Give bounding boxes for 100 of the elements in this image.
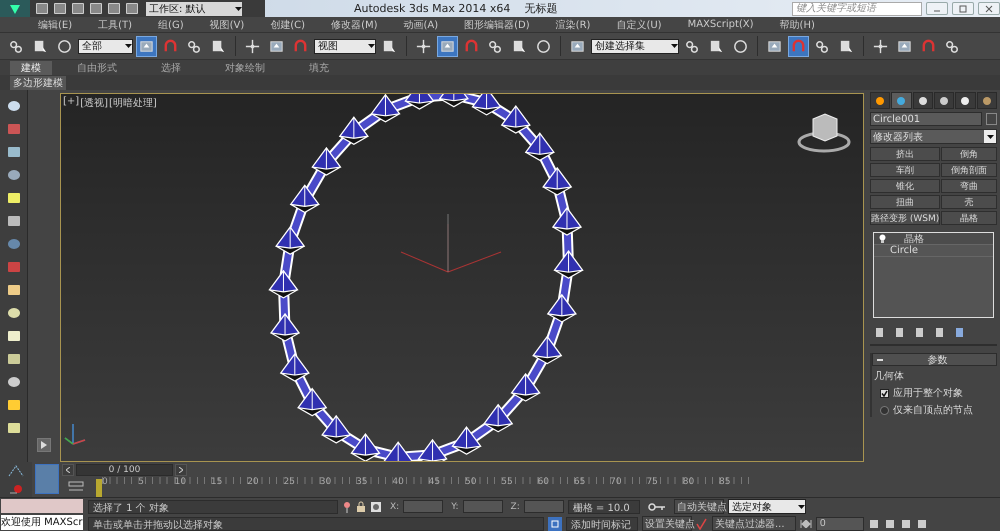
key-mode-dropdown[interactable]: 选定对象 <box>728 499 806 514</box>
toolbar-icon[interactable] <box>6 420 22 436</box>
menu-item[interactable]: 组(G) <box>158 18 184 32</box>
key-icon[interactable] <box>648 502 666 512</box>
modifier-button[interactable]: 弯曲 <box>941 179 997 193</box>
pin-icon[interactable] <box>342 500 352 512</box>
key-filters-button[interactable]: 关键点过滤器... <box>712 516 796 531</box>
toolbar-icon[interactable] <box>6 282 22 298</box>
modifier-button[interactable]: 壳 <box>941 195 997 209</box>
time-tag-icon[interactable] <box>548 516 562 530</box>
stack-tool-icon[interactable] <box>934 327 945 338</box>
checkbox[interactable] <box>880 388 889 398</box>
menu-item[interactable]: 渲染(R) <box>556 18 590 32</box>
command-panel-tab[interactable] <box>891 92 912 109</box>
toolbar-dropdown[interactable]: 全部 <box>78 38 133 54</box>
set-key-button[interactable]: 设置关键点 <box>642 516 692 531</box>
ribbon-tab[interactable]: 对象绘制 <box>216 60 274 74</box>
menu-item[interactable]: 动画(A) <box>404 18 438 32</box>
toolbar-icon[interactable] <box>6 305 22 321</box>
viewport-menu-label[interactable]: [+] <box>63 96 80 110</box>
viewport-navigation-icon[interactable] <box>884 518 896 530</box>
toolbar-icon[interactable] <box>6 351 22 367</box>
toolbar-icon[interactable] <box>6 374 22 390</box>
modifier-list-dropdown[interactable]: 修改器列表 <box>870 129 997 144</box>
checkbox-option[interactable]: 应用于整个对象 <box>872 386 997 400</box>
modifier-button[interactable]: 晶格 <box>941 211 997 225</box>
current-frame-marker[interactable] <box>96 479 102 497</box>
toolbar-button[interactable] <box>437 36 458 56</box>
go-to-start-icon[interactable] <box>800 520 812 528</box>
modifier-stack-item[interactable]: 晶格 <box>874 233 993 245</box>
modifier-button[interactable]: 车削 <box>870 163 940 177</box>
close-button[interactable] <box>978 2 1000 15</box>
maximize-button[interactable] <box>952 2 974 15</box>
toolbar-icon[interactable] <box>6 98 22 114</box>
transform-mode-icon[interactable] <box>370 500 382 512</box>
rollout-header[interactable]: 参数 <box>872 353 997 366</box>
menu-item[interactable]: 创建(C) <box>270 18 306 32</box>
command-panel-tab[interactable] <box>870 92 890 109</box>
menu-item[interactable]: 视图(V) <box>210 18 244 32</box>
toolbar-dropdown[interactable]: 视图 <box>314 38 376 54</box>
previous-frame-button[interactable] <box>62 464 74 476</box>
ribbon-tab[interactable]: 建模 <box>10 60 52 74</box>
app-logo[interactable] <box>0 0 30 17</box>
command-panel-tab[interactable] <box>955 92 976 109</box>
radio-option[interactable]: 仅来自顶点的节点 <box>872 403 997 417</box>
toolbar-button[interactable] <box>136 36 157 56</box>
toolbar-icon[interactable] <box>6 144 22 160</box>
ribbon-tab[interactable]: 填充 <box>290 60 348 74</box>
menu-item[interactable]: 修改器(M) <box>331 18 378 32</box>
workspace-dropdown[interactable]: 工作区: 默认 <box>146 2 242 16</box>
menu-item[interactable]: 自定义(U) <box>616 18 662 32</box>
minimize-button[interactable] <box>926 2 948 15</box>
light-bulb-icon[interactable] <box>879 234 886 243</box>
coordinate-field[interactable] <box>462 500 503 513</box>
modifier-button[interactable]: 路径变形 (WSM) <box>870 211 940 225</box>
modifier-button[interactable]: 扭曲 <box>870 195 940 209</box>
viewport-navigation-icon[interactable] <box>900 518 912 530</box>
toolbar-icon[interactable] <box>6 213 22 229</box>
command-panel-tab[interactable] <box>976 92 997 109</box>
modifier-button[interactable]: 倒角剖面 <box>941 163 997 177</box>
menu-item[interactable]: MAXScript(X) <box>688 19 754 30</box>
add-time-tag-field[interactable]: 添加时间标记 <box>566 516 638 530</box>
modifier-button[interactable]: 挤出 <box>870 147 940 161</box>
track-bar-icon[interactable] <box>68 481 84 493</box>
ribbon-tab[interactable]: 自由形式 <box>68 60 126 74</box>
object-name-field[interactable]: Circle001 <box>870 112 982 126</box>
modifier-stack-item[interactable]: Circle <box>874 245 993 257</box>
toolbar-button[interactable] <box>788 36 809 56</box>
current-frame-field[interactable]: 0 <box>816 516 864 530</box>
stack-tool-icon[interactable] <box>894 327 905 338</box>
menu-item[interactable]: 图形编辑器(D) <box>464 18 530 32</box>
command-panel-tab[interactable] <box>934 92 954 109</box>
stack-tool-icon[interactable] <box>874 327 885 338</box>
search-field[interactable]: 键入关键字或短语 <box>792 2 922 16</box>
toolbar-dropdown[interactable]: 创建选择集 <box>591 38 679 54</box>
time-slider-thumb[interactable]: 0 / 100 <box>77 464 172 474</box>
modifier-button[interactable]: 锥化 <box>870 179 940 193</box>
maxscript-listener-field[interactable] <box>1 499 83 513</box>
coordinate-field[interactable] <box>524 500 564 513</box>
viewport-menu-label[interactable]: [明暗处理] <box>109 96 157 110</box>
toolbar-icon[interactable] <box>6 328 22 344</box>
auto-key-button[interactable]: 自动关键点 <box>674 499 724 514</box>
menu-item[interactable]: 工具(T) <box>98 18 132 32</box>
maxscript-output-field[interactable]: 欢迎使用 MAXScr <box>1 515 83 530</box>
stack-tool-icon[interactable] <box>954 327 965 338</box>
toolbar-icon[interactable] <box>6 190 22 206</box>
ribbon-tab[interactable]: 选择 <box>142 60 200 74</box>
sphere-icon[interactable] <box>9 484 23 494</box>
menu-item[interactable]: 编辑(E) <box>38 18 72 32</box>
expand-button[interactable] <box>37 438 51 452</box>
modifier-button[interactable]: 倒角 <box>941 147 997 161</box>
toolbar-icon[interactable] <box>6 397 22 413</box>
viewport-navigation-icon[interactable] <box>916 518 928 530</box>
next-frame-button[interactable] <box>175 464 187 476</box>
lock-icon[interactable] <box>356 500 366 512</box>
viewport-menu-label[interactable]: [透视] <box>80 96 108 110</box>
menu-item[interactable]: 帮助(H) <box>780 18 815 32</box>
viewport-navigation-icon[interactable] <box>868 518 880 530</box>
ribbon-panel-label[interactable]: 多边形建模 <box>10 76 66 90</box>
coordinate-field[interactable] <box>403 500 444 513</box>
